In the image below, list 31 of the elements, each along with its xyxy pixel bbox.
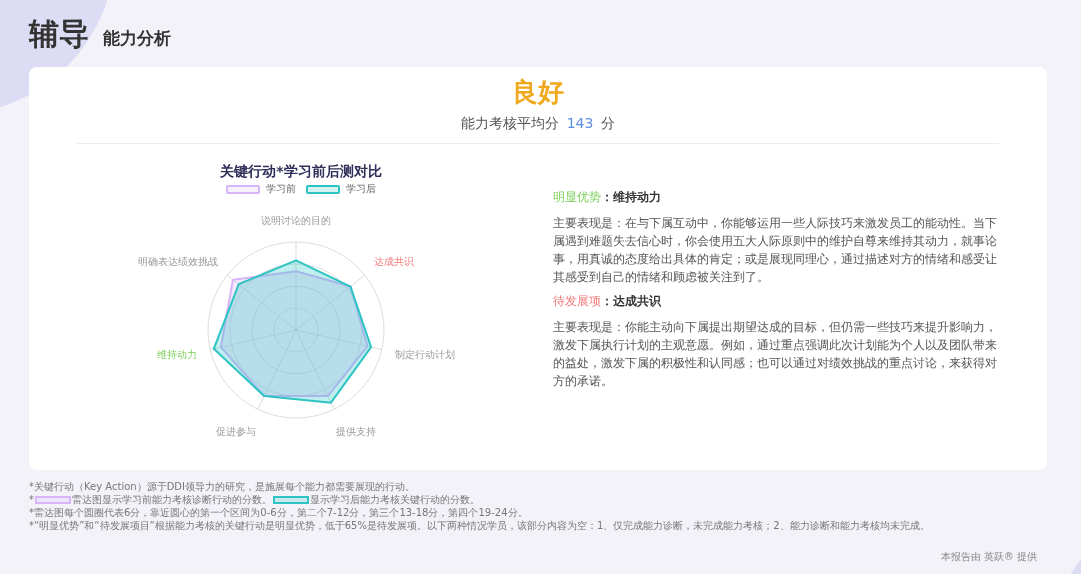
axis-label: 提供支持 <box>335 426 376 438</box>
finding-text: 主要表现是：在与下属互动中，你能够运用一些人际技巧来激发员工的能动性。当下属遇到难题失去信心时，你会使用五大人际原则中的维护自尊来维持其动力，就事论事，用真诚的态度给出具体的肯定；或是展现同理心，通过描述对方的情绪和感受让其感受到自己的情绪和顾虑被关注到了。 <box>553 215 998 286</box>
legend-label: 学习前 <box>266 182 296 196</box>
chart-title: 关键行动*学习前后测对比 <box>220 162 382 180</box>
footnote: *关键行动（Key Action）源于DDI领导力的研究，是施展每个能力都需要展现的行动。 <box>29 480 415 493</box>
axis-label: 制定行动计划 <box>395 349 456 361</box>
footnote: 显示学习后能力考核关键行动的分数。 <box>310 493 480 506</box>
footnote: *雷达图每个圆圈代表6分，靠近圆心的第一个区间为0-6分，第二个7-12分，第三个13-18分，第四个19-24分。 <box>29 506 528 519</box>
axis-label: 说明讨论的目的 <box>261 215 331 226</box>
legend-swatch <box>35 495 71 504</box>
finding-tag: 明显优势 <box>553 190 601 204</box>
finding-title: ：达成共识 <box>601 294 661 308</box>
axis-label: 达成共识 <box>374 256 414 268</box>
grade-text: 良好 <box>512 76 564 109</box>
score-unit: 分 <box>601 115 616 133</box>
score-label: 能力考核平均分 <box>460 115 559 133</box>
legend-label: 学习后 <box>346 182 376 196</box>
axis-label: 明确表达绩效挑战 <box>138 256 218 268</box>
footnote: 雷达图显示学习前能力考核诊断行动的分数。 <box>72 493 272 506</box>
finding-tag: 待发展项 <box>553 294 601 308</box>
page-subtitle: 能力分析 <box>103 27 171 50</box>
finding-text: 主要表现是：你能主动向下属提出期望达成的目标，但仍需一些技巧来提升影响力，激发下属执行计划的主观意愿。例如，通过重点强调此次计划能为个人以及团队带来的益处，激发下属的积极性和认同感；也可以通过对绩效挑战的重点讨论，来获得对方的承诺。 <box>553 319 998 390</box>
credit-text: 本报告由 英跃® 提供 <box>940 550 1037 564</box>
axis-label: 促进参与 <box>216 426 257 438</box>
axis-label: 维持动力 <box>156 349 197 361</box>
footnote: *“明显优势”和“待发展项目”根据能力考核的关键行动是明显优势，低于65%是待发展项。以下两种情况学员，该部分内容为空：1、仅完成能力诊断，未完成能力考核；2、能力诊断和能力考核均未完成。 <box>29 519 930 532</box>
score-value: 143 <box>566 115 594 131</box>
page-title: 辅导 <box>29 15 89 53</box>
finding-title: ：维持动力 <box>601 190 661 204</box>
legend-swatch <box>273 495 309 504</box>
footnote-mark: * <box>29 493 34 506</box>
